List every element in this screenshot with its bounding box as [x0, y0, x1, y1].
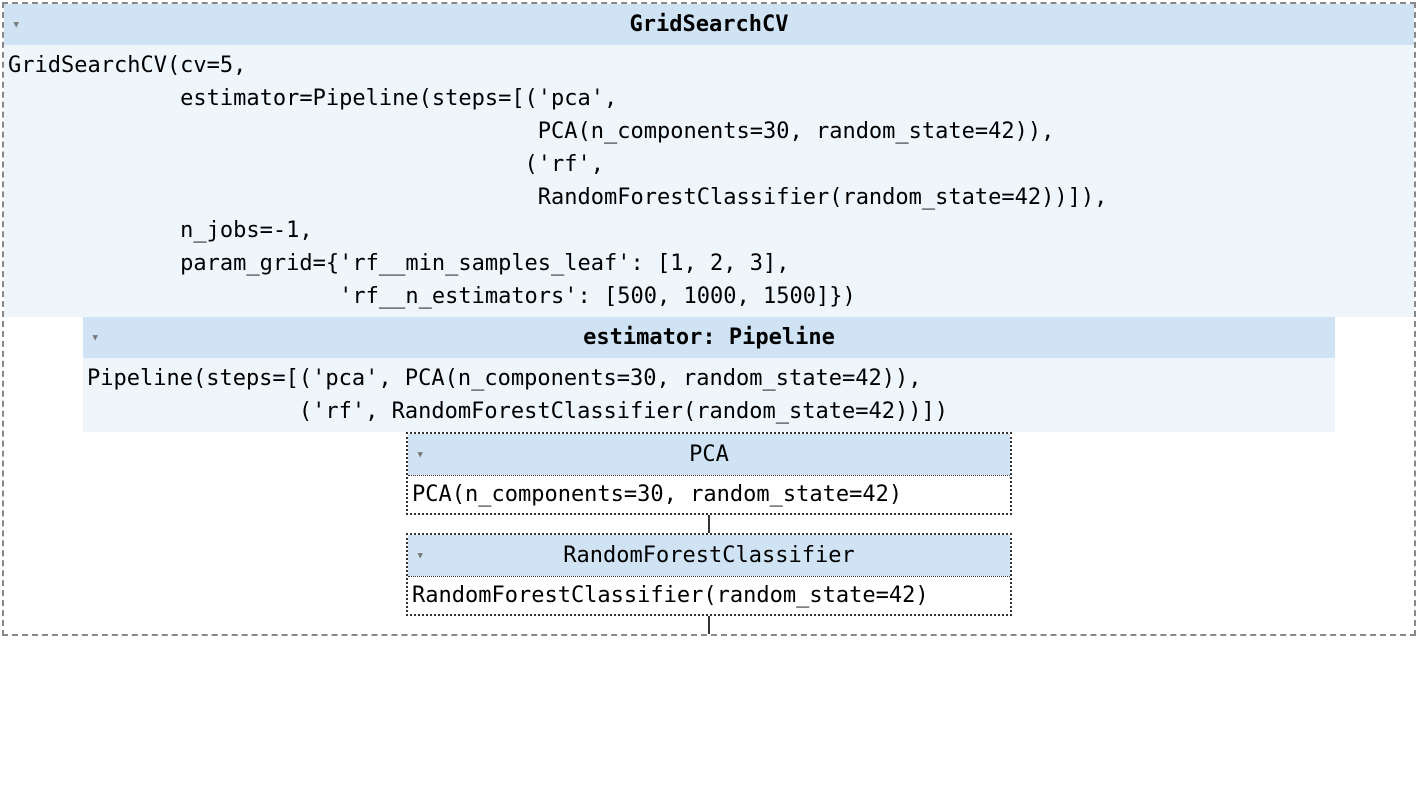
rf-header[interactable]: ▾ RandomForestClassifier [408, 535, 1010, 576]
collapse-toggle-icon[interactable]: ▾ [416, 545, 424, 566]
rf-code: RandomForestClassifier(random_state=42) [408, 576, 1010, 614]
estimator-code: Pipeline(steps=[('pca', PCA(n_components… [83, 358, 1335, 432]
collapse-toggle-icon[interactable]: ▾ [12, 14, 20, 35]
pca-header[interactable]: ▾ PCA [408, 434, 1010, 475]
estimator-header[interactable]: ▾ estimator: Pipeline [83, 317, 1335, 358]
rf-title: RandomForestClassifier [563, 543, 854, 568]
gridsearchcv-code: GridSearchCV(cv=5, estimator=Pipeline(st… [4, 45, 1414, 317]
collapse-toggle-icon[interactable]: ▾ [416, 444, 424, 465]
estimator-box: ▾ estimator: Pipeline Pipeline(steps=[('… [83, 317, 1335, 432]
pipeline-connector-end [708, 616, 710, 634]
pipeline-connector [708, 515, 710, 533]
rf-step-box: ▾ RandomForestClassifier RandomForestCla… [406, 533, 1012, 616]
gridsearchcv-title: GridSearchCV [630, 12, 789, 37]
estimator-container: ▾ estimator: Pipeline Pipeline(steps=[('… [83, 317, 1335, 634]
pca-code: PCA(n_components=30, random_state=42) [408, 475, 1010, 513]
collapse-toggle-icon[interactable]: ▾ [91, 327, 99, 348]
gridsearchcv-header[interactable]: ▾ GridSearchCV [4, 4, 1414, 45]
pca-title: PCA [689, 442, 729, 467]
pca-step-box: ▾ PCA PCA(n_components=30, random_state=… [406, 432, 1012, 515]
estimator-title: estimator: Pipeline [583, 325, 835, 350]
gridsearchcv-box: ▾ GridSearchCV GridSearchCV(cv=5, estima… [2, 2, 1416, 636]
